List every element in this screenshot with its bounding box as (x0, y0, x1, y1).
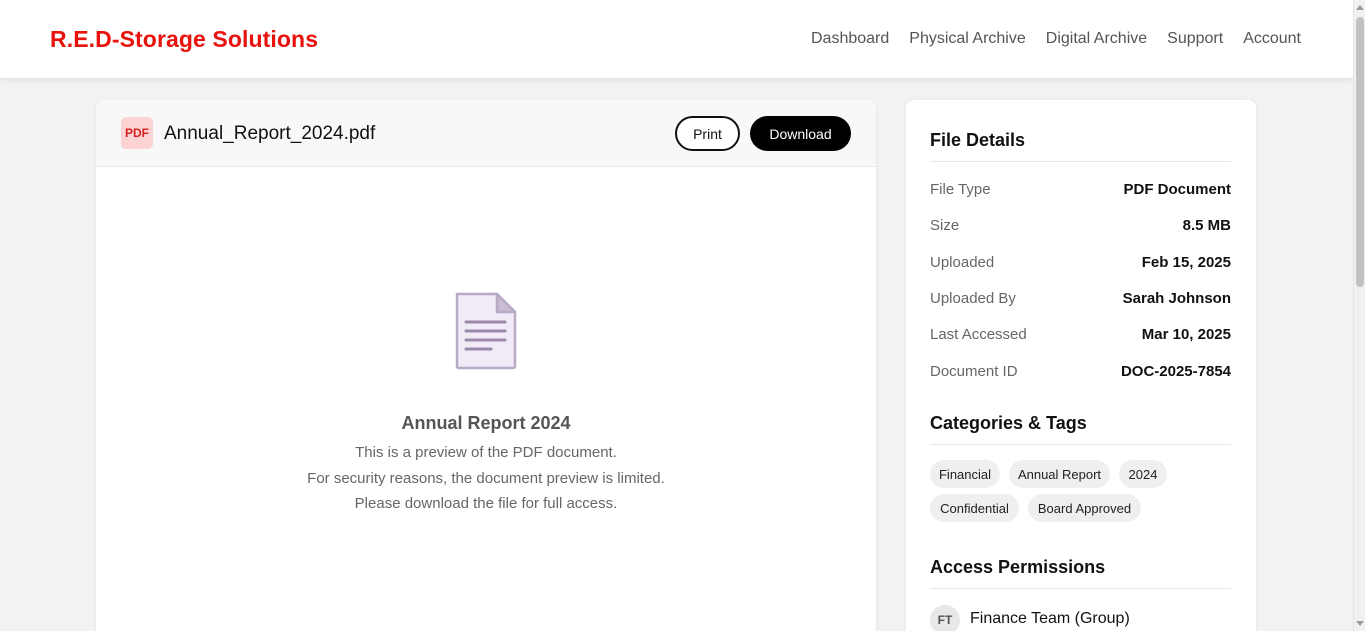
detail-value: DOC-2025-7854 (1120, 363, 1231, 380)
print-button[interactable]: Print (675, 116, 740, 151)
tag-financial[interactable]: Financial (930, 460, 1000, 488)
tag-board-approved[interactable]: Board Approved (1028, 494, 1141, 522)
detail-value: Feb 15, 2025 (1141, 254, 1231, 271)
pdf-file-icon: PDF (121, 117, 153, 149)
tag-annual-report[interactable]: Annual Report (1009, 460, 1110, 488)
download-button[interactable]: Download (750, 116, 851, 151)
detail-value: 8.5 MB (1182, 217, 1231, 234)
categories-title: Categories & Tags (930, 413, 1231, 445)
viewer-toolbar: PDF Annual_Report_2024.pdf Print Downloa… (96, 100, 876, 167)
access-permissions-title: Access Permissions (930, 557, 1231, 589)
preview-text-line: Please download the file for full access… (354, 495, 618, 512)
nav-digital-archive[interactable]: Digital Archive (1046, 30, 1147, 48)
detail-label: Size (930, 217, 960, 234)
detail-value: Sarah Johnson (1122, 290, 1231, 307)
document-icon (455, 292, 517, 370)
detail-row-uploaded: Uploaded Feb 15, 2025 (930, 254, 1231, 274)
detail-row-uploaded-by: Uploaded By Sarah Johnson (930, 290, 1231, 310)
detail-row-size: Size 8.5 MB (930, 217, 1231, 237)
preview-text-line: This is a preview of the PDF document. (355, 444, 617, 461)
avatar: FT (930, 605, 960, 631)
preview-text-line: For security reasons, the document previ… (307, 470, 665, 487)
tag-2024[interactable]: 2024 (1119, 460, 1167, 488)
nav-dashboard[interactable]: Dashboard (811, 30, 889, 48)
scroll-down-arrow-icon[interactable] (1356, 621, 1364, 626)
page-scrollbar[interactable] (1353, 0, 1365, 631)
nav-account[interactable]: Account (1243, 30, 1301, 48)
detail-label: File Type (930, 181, 991, 198)
tag-confidential[interactable]: Confidential (930, 494, 1019, 522)
top-header: R.E.D-Storage Solutions Dashboard Physic… (0, 0, 1353, 78)
detail-value: PDF Document (1123, 181, 1231, 198)
nav-support[interactable]: Support (1167, 30, 1223, 48)
detail-row-last-accessed: Last Accessed Mar 10, 2025 (930, 326, 1231, 346)
file-name: Annual_Report_2024.pdf (164, 123, 376, 144)
detail-row-document-id: Document ID DOC-2025-7854 (930, 363, 1231, 383)
permission-name: Finance Team (Group) (970, 610, 1130, 627)
file-details-title: File Details (930, 130, 1231, 162)
main-nav: Dashboard Physical Archive Digital Archi… (811, 30, 1301, 48)
file-info-sidebar: File Details File Type PDF Document Size… (906, 100, 1256, 631)
scrollbar-thumb[interactable] (1356, 17, 1364, 287)
scroll-up-arrow-icon[interactable] (1356, 5, 1364, 10)
detail-label: Document ID (930, 363, 1018, 380)
detail-label: Last Accessed (930, 326, 1027, 343)
nav-physical-archive[interactable]: Physical Archive (909, 30, 1026, 48)
detail-row-file-type: File Type PDF Document (930, 181, 1231, 201)
detail-label: Uploaded (930, 254, 995, 271)
detail-label: Uploaded By (930, 290, 1016, 307)
document-viewer: PDF Annual_Report_2024.pdf Print Downloa… (96, 100, 876, 631)
brand-logo[interactable]: R.E.D-Storage Solutions (50, 26, 318, 53)
detail-value: Mar 10, 2025 (1141, 326, 1231, 343)
preview-title: Annual Report 2024 (401, 413, 571, 433)
